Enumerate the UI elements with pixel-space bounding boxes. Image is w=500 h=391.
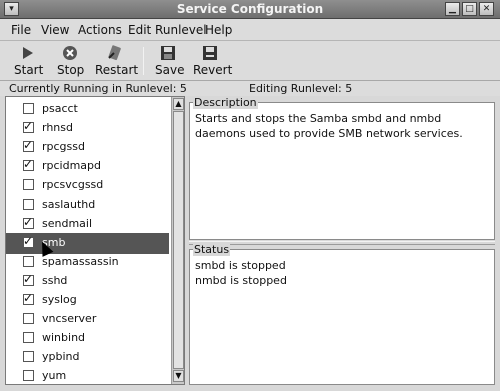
service-name: yum [42, 369, 67, 383]
service-row-psacct[interactable]: psacct [6, 99, 169, 120]
service-row-smb[interactable]: ✓ smb [6, 232, 169, 254]
menu-file[interactable]: File [11, 23, 31, 37]
service-checkbox[interactable]: ✓ [23, 119, 34, 134]
checkmark-icon: ✓ [23, 291, 34, 305]
stop-button[interactable]: Stop [57, 44, 85, 77]
toolbar: Start Stop Restart Save Revert [0, 41, 500, 81]
runlevel-status-row: Currently Running in Runlevel: 5 Editing… [0, 81, 500, 96]
service-checkbox[interactable]: ✓ [23, 138, 34, 153]
status-label: Status [193, 243, 231, 256]
menu-actions[interactable]: Actions [78, 23, 122, 37]
service-name: saslauthd [42, 197, 96, 211]
save-label: Save [155, 63, 185, 77]
service-checkbox[interactable]: ✓ [23, 291, 34, 305]
status-pane: smbd is stopped nmbd is stopped Status [189, 243, 495, 385]
service-checkbox[interactable]: ✓ [23, 271, 34, 286]
service-row-sshd[interactable]: ✓ sshd [6, 271, 169, 292]
floppy-disk-icon [161, 46, 175, 60]
revert-icon [203, 46, 217, 60]
scroll-up-arrow-icon[interactable]: ▲ [173, 98, 184, 110]
service-name: rpcsvcgssd [42, 178, 104, 192]
service-row-winbind[interactable]: winbind [6, 328, 169, 349]
menu-bar: File View Actions Edit Runlevel Help [0, 19, 500, 41]
description-pane: Starts and stops the Samba smbd and nmbd… [189, 96, 495, 240]
service-checkbox[interactable]: ✓ [23, 214, 34, 229]
checkmark-icon: ✓ [23, 214, 34, 229]
service-name: psacct [42, 102, 78, 115]
service-name: ypbind [42, 350, 80, 364]
revert-label: Revert [193, 63, 233, 77]
service-checkbox[interactable] [23, 103, 34, 114]
stop-icon [63, 46, 77, 60]
window-title: Service Configuration [176, 2, 324, 16]
service-name: spamassassin [42, 254, 119, 268]
save-button[interactable]: Save [155, 44, 185, 77]
service-list[interactable]: psacct ✓ rhnsd ✓ rpcgssd ✓ rpcidmapd rpcsvcgssd… [5, 96, 185, 385]
service-checkbox[interactable] [23, 198, 34, 210]
restart-button[interactable]: Restart [95, 44, 139, 77]
currently-running-label: Currently Running in Runlevel: 5 [9, 82, 187, 95]
menu-help[interactable]: Help [205, 23, 232, 37]
toolbar-separator [143, 47, 144, 75]
service-row-spamassassin[interactable]: spamassassin [6, 252, 169, 273]
status-line: smbd is stopped [195, 259, 286, 272]
service-checkbox[interactable] [23, 370, 34, 382]
minimize-icon[interactable]: ▁ [445, 2, 460, 16]
maximize-icon[interactable]: □ [462, 2, 477, 16]
description-text: Starts and stops the Samba smbd and nmbd… [195, 112, 463, 140]
checkmark-icon: ✓ [23, 157, 34, 172]
status-text-box[interactable]: smbd is stopped nmbd is stopped [189, 249, 495, 385]
service-name: syslog [42, 293, 77, 306]
menu-edit-runlevel[interactable]: Edit Runlevel [128, 23, 207, 37]
service-name: sendmail [42, 216, 93, 230]
description-label: Description [193, 96, 258, 109]
description-text-box[interactable]: Starts and stops the Samba smbd and nmbd… [189, 102, 495, 240]
service-row-rpcidmapd[interactable]: ✓ rpcidmapd [6, 156, 169, 177]
service-checkbox[interactable] [23, 179, 34, 191]
restart-label: Restart [95, 63, 139, 77]
service-checkbox[interactable]: ✓ [23, 157, 34, 172]
scrollbar-thumb[interactable] [173, 111, 184, 369]
checkmark-icon: ✓ [23, 119, 34, 134]
close-icon[interactable]: ✕ [479, 2, 494, 16]
service-row-rpcsvcgssd[interactable]: rpcsvcgssd [6, 175, 169, 196]
checkmark-icon: ✓ [23, 138, 34, 153]
service-name: rhnsd [42, 121, 73, 135]
service-row-yum[interactable]: yum [6, 366, 169, 384]
service-name: vncserver [42, 312, 97, 326]
service-checkbox[interactable] [23, 255, 34, 267]
restart-icon [108, 45, 121, 61]
service-row-ypbind[interactable]: ypbind [6, 347, 169, 368]
menu-view[interactable]: View [41, 23, 69, 37]
service-checkbox[interactable] [23, 313, 34, 325]
service-row-sendmail[interactable]: ✓ sendmail [6, 214, 169, 235]
service-row-rhnsd[interactable]: ✓ rhnsd [6, 118, 169, 139]
service-row-syslog[interactable]: ✓ syslog [6, 290, 169, 311]
service-checkbox[interactable]: ✓ [23, 233, 34, 248]
checkmark-icon: ✓ [23, 233, 34, 248]
stop-label: Stop [57, 63, 85, 77]
service-checkbox[interactable] [23, 332, 34, 344]
service-name: rpcidmapd [42, 159, 102, 173]
service-list-scrollbar[interactable]: ▲ ▼ [171, 97, 184, 384]
service-checkbox[interactable] [23, 351, 34, 363]
service-name: sshd [42, 273, 68, 287]
title-bar: ▾ Service Configuration ▁ □ ✕ [0, 0, 500, 19]
service-row-rpcgssd[interactable]: ✓ rpcgssd [6, 137, 169, 158]
service-row-vncserver[interactable]: vncserver [6, 309, 169, 330]
service-row-saslauthd[interactable]: saslauthd [6, 195, 169, 216]
checkmark-icon: ✓ [23, 271, 34, 286]
editing-runlevel-label: Editing Runlevel: 5 [249, 82, 353, 95]
service-name: rpcgssd [42, 140, 85, 154]
start-button[interactable]: Start [14, 44, 44, 77]
play-icon [23, 47, 33, 59]
scroll-down-arrow-icon[interactable]: ▼ [173, 370, 184, 382]
start-label: Start [14, 63, 44, 77]
service-name: winbind [42, 331, 86, 345]
revert-button[interactable]: Revert [193, 44, 233, 77]
status-line: nmbd is stopped [195, 274, 287, 287]
